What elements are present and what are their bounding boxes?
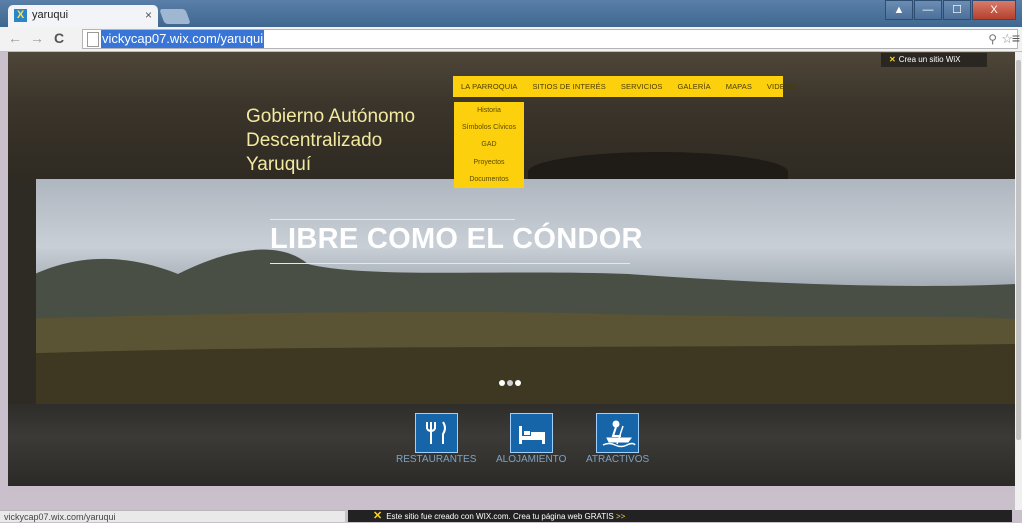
- bed-icon: [509, 413, 553, 453]
- close-icon[interactable]: ×: [145, 8, 152, 22]
- site-title-line: Descentralizado: [246, 130, 383, 151]
- site-title[interactable]: Gobierno Autónomo Descentralizado Yaruqu…: [246, 105, 446, 177]
- nav-item-servicios[interactable]: SERVICIOS: [621, 82, 663, 91]
- wix-logo-icon: ✕: [373, 510, 383, 522]
- feature-alojamiento[interactable]: ALOJAMIENTO: [496, 413, 566, 465]
- window-close-button[interactable]: X: [972, 0, 1016, 20]
- reload-icon[interactable]: C: [54, 30, 64, 46]
- url-text[interactable]: vickycap07.wix.com/yaruqui: [101, 30, 265, 48]
- nav-item-galeria[interactable]: GALERÍA: [678, 82, 711, 91]
- wix-footer-banner[interactable]: ✕ Este sitio fue creado con WIX.com. Crea…: [348, 510, 1012, 522]
- wix-banner-text: Este sitio fue creado con WIX.com. Crea …: [386, 512, 614, 521]
- slide-dot[interactable]: [515, 380, 521, 386]
- web-page: ✕ Crea un sitio WiX Gobierno Autónomo Des…: [8, 52, 1015, 492]
- zoom-icon[interactable]: ⚲: [988, 30, 997, 48]
- main-nav: LA PARROQUIA SITIOS DE INTERÉS SERVICIOS…: [453, 76, 796, 97]
- wix-badge-label: Crea un sitio WiX: [898, 55, 961, 64]
- maximize-button[interactable]: ☐: [943, 0, 971, 20]
- wix-favicon-icon: X: [14, 9, 27, 22]
- nav-item-la-parroquia[interactable]: LA PARROQUIA: [461, 82, 518, 91]
- la-parroquia-dropdown: Historia Símbolos Cívicos GAD Proyectos …: [454, 102, 524, 188]
- feature-label: ALOJAMIENTO: [496, 454, 567, 465]
- browser-toolbar: ← → C vickycap07.wix.com/yaruqui ⚲ ☆ ≡: [0, 27, 1022, 52]
- site-title-line: Gobierno Autónomo: [246, 106, 416, 127]
- wix-banner-arrow: >>: [615, 512, 626, 521]
- window-controls: ▲ — ☐ X: [884, 0, 1016, 20]
- rafting-icon: [596, 413, 640, 453]
- features-strip: RESTAURANTES ALOJAMIENTO ATRACTIVOS: [8, 404, 1015, 486]
- user-icon[interactable]: ▲: [885, 0, 913, 20]
- hero-slideshow[interactable]: LIBRE COMO EL CÓNDOR: [8, 179, 1015, 404]
- slide-indicators: [499, 380, 523, 386]
- vertical-scrollbar[interactable]: [1015, 52, 1022, 510]
- dropdown-item-simbolos-civicos[interactable]: Símbolos Cívicos: [454, 119, 524, 136]
- browser-tab[interactable]: X yaruqui ×: [8, 5, 158, 27]
- feature-atractivos[interactable]: ATRACTIVOS: [586, 413, 649, 465]
- page-icon: [87, 32, 99, 47]
- slide-dot[interactable]: [499, 380, 505, 386]
- slide-dot[interactable]: [507, 380, 513, 386]
- page-bottom-band: [8, 486, 1015, 492]
- landscape-image: [8, 179, 1015, 404]
- fork-knife-icon: [414, 413, 458, 453]
- forward-arrow-icon[interactable]: →: [30, 30, 44, 46]
- hero-divider: [270, 219, 515, 220]
- tab-title: yaruqui: [32, 9, 69, 21]
- feature-label: ATRACTIVOS: [586, 454, 650, 465]
- hero-title: LIBRE COMO EL CÓNDOR: [270, 223, 643, 255]
- dropdown-item-gad[interactable]: GAD: [454, 136, 524, 153]
- address-bar[interactable]: vickycap07.wix.com/yaruqui ⚲ ☆: [82, 29, 1018, 49]
- feature-label: RESTAURANTES: [396, 454, 477, 465]
- tab-strip: X yaruqui × ▲ — ☐ X: [0, 0, 1022, 27]
- dropdown-item-historia[interactable]: Historia: [454, 102, 524, 119]
- status-bar-url: vickycap07.wix.com/yaruqui: [0, 510, 345, 522]
- site-title-line: Yaruquí: [246, 154, 312, 175]
- new-tab-button[interactable]: [159, 9, 191, 24]
- back-arrow-icon[interactable]: ←: [8, 30, 22, 46]
- dropdown-item-proyectos[interactable]: Proyectos: [454, 154, 524, 171]
- nav-item-sitios-de-interes[interactable]: SITIOS DE INTERÉS: [533, 82, 606, 91]
- minimize-button[interactable]: —: [914, 0, 942, 20]
- feature-restaurantes[interactable]: RESTAURANTES: [396, 413, 476, 465]
- wix-logo-icon: ✕: [889, 55, 896, 64]
- nav-item-mapas[interactable]: MAPAS: [726, 82, 752, 91]
- nav-item-videos[interactable]: VIDEOS: [767, 82, 796, 91]
- wix-create-site-badge[interactable]: ✕ Crea un sitio WiX: [881, 53, 987, 67]
- hero-divider: [270, 263, 630, 264]
- scrollbar-thumb[interactable]: [1016, 60, 1021, 440]
- dropdown-item-documentos[interactable]: Documentos: [454, 171, 524, 188]
- menu-icon[interactable]: ≡: [1012, 30, 1020, 46]
